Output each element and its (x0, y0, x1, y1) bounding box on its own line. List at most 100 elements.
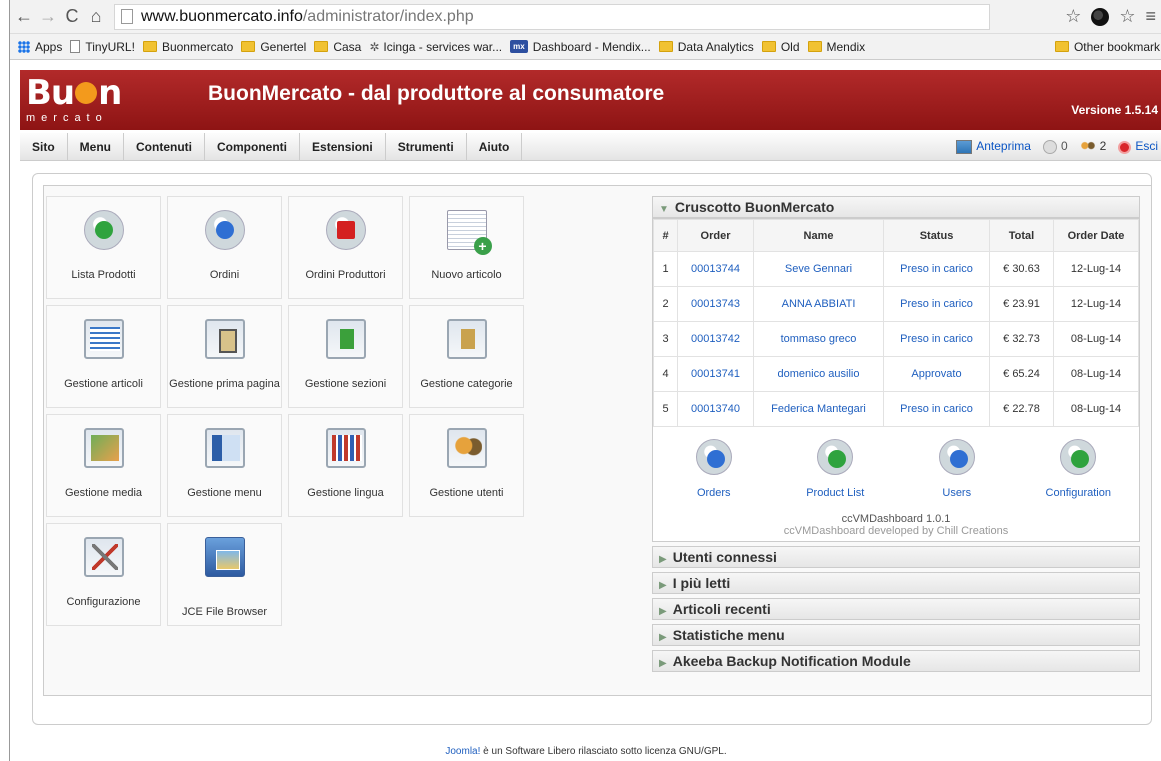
status-link[interactable]: Preso in carico (883, 286, 990, 322)
panel-utenti-connessi[interactable]: ▶ Utenti connessi (652, 546, 1140, 568)
order-link[interactable]: 00013744 (677, 251, 754, 287)
tile-label: Gestione lingua (307, 487, 384, 499)
logout-link[interactable]: Esci (1118, 139, 1158, 154)
customer-link[interactable]: domenico ausilio (753, 356, 884, 392)
expand-triangle-icon: ▶ (659, 632, 667, 643)
order-link[interactable]: 00013742 (677, 321, 754, 357)
shortcut-product-list[interactable]: Product List (780, 439, 890, 499)
online-users[interactable]: 2 (1079, 139, 1106, 154)
order-date: 12-Lug-14 (1053, 286, 1139, 322)
col-header: Name (753, 219, 884, 252)
order-total: € 65.24 (989, 356, 1054, 392)
url-host: www.buonmercato.info (141, 7, 303, 25)
panel-cruscotto-header[interactable]: ▼ Cruscotto BuonMercato (652, 196, 1140, 218)
status-link[interactable]: Approvato (883, 356, 990, 392)
shortcut-orders[interactable]: Orders (659, 439, 769, 499)
customer-link[interactable]: ANNA ABBIATI (753, 286, 884, 322)
menu-contenuti[interactable]: Contenuti (124, 132, 206, 161)
customer-link[interactable]: tommaso greco (753, 321, 884, 357)
menu-menu[interactable]: Menu (68, 132, 125, 161)
tile-gestione-categorie[interactable]: Gestione categorie (409, 305, 524, 408)
site-header: Bu n mercato BuonMercato - dal produttore… (20, 70, 1161, 130)
bookmark-icinga[interactable]: ✲ Icinga - services war... (369, 40, 502, 54)
reload-icon[interactable]: C (62, 6, 82, 27)
url-bar[interactable]: www.buonmercato.info/administrator/index… (114, 3, 990, 30)
panel-statistiche-menu[interactable]: ▶ Statistiche menu (652, 624, 1140, 646)
menu-aiuto[interactable]: Aiuto (467, 132, 523, 161)
users-icon (1079, 139, 1096, 154)
preview-link[interactable]: Anteprima (956, 139, 1031, 154)
folder-icon (142, 41, 157, 52)
status-link[interactable]: Preso in carico (883, 321, 990, 357)
bookmark-old[interactable]: Old (761, 40, 800, 54)
bookmark-mendix[interactable]: Mendix (807, 40, 865, 54)
shortcut-configuration[interactable]: Configuration (1023, 439, 1133, 499)
bookmark-tinyurl[interactable]: TinyURL! (70, 40, 135, 54)
tile-lista-prodotti[interactable]: Lista Prodotti (46, 196, 161, 299)
tile-gestione-media[interactable]: Gestione media (46, 414, 161, 517)
tile-gestione-utenti[interactable]: Gestione utenti (409, 414, 524, 517)
bookmark-data-analytics[interactable]: Data Analytics (658, 40, 754, 54)
order-link[interactable]: 00013743 (677, 286, 754, 322)
menu-sito[interactable]: Sito (20, 132, 68, 161)
buonmercato-logo: Bu n mercato (20, 70, 132, 130)
tile-ordini-produttori[interactable]: Ordini Produttori (288, 196, 403, 299)
status-link[interactable]: Preso in carico (883, 391, 990, 427)
table-row: 1 00013744 Seve Gennari Preso in carico … (653, 251, 1139, 287)
credits-author: ccVMDashboard developed by Chill Creatio… (783, 525, 1009, 537)
bookmark-label: Buonmercato (161, 39, 234, 54)
extension-icon[interactable] (1091, 7, 1110, 26)
star-icon[interactable]: ☆ (1119, 6, 1135, 27)
panel-title: Articoli recenti (672, 601, 771, 617)
category-manager-icon (446, 319, 487, 359)
menu-icon[interactable]: ≡ (1145, 6, 1156, 27)
tile-gestione-menu[interactable]: Gestione menu (167, 414, 282, 517)
dashboard-credits: ccVMDashboard 1.0.1 ccVMDashboard develo… (653, 505, 1139, 541)
bookmark-apps[interactable]: Apps (18, 40, 62, 54)
menu-estensioni[interactable]: Estensioni (300, 132, 386, 161)
customer-link[interactable]: Federica Mantegari (753, 391, 884, 427)
logo-text: Bu (26, 73, 75, 113)
bookmark-dashboard-mendix[interactable]: mx Dashboard - Mendix... (510, 40, 651, 54)
tile-jce-file-browser[interactable]: JCE File Browser (167, 523, 282, 626)
home-icon[interactable]: ⌂ (86, 6, 106, 27)
tile-gestione-prima-pagina[interactable]: Gestione prima pagina (167, 305, 282, 408)
folder-icon (807, 41, 822, 52)
bookmark-casa[interactable]: Casa (314, 40, 361, 54)
panel-piu-letti[interactable]: ▶ I più letti (652, 572, 1140, 594)
panel-title: Utenti connessi (672, 549, 777, 565)
folder-icon (241, 41, 256, 52)
tile-gestione-articoli[interactable]: Gestione articoli (46, 305, 161, 408)
back-icon[interactable]: ← (14, 6, 34, 27)
messages-value: 0 (1060, 139, 1068, 154)
tile-configurazione[interactable]: Configurazione (46, 523, 161, 626)
icinga-icon: ✲ (369, 39, 380, 54)
panel-akeeba-backup[interactable]: ▶ Akeeba Backup Notification Module (652, 650, 1140, 672)
tile-gestione-sezioni[interactable]: Gestione sezioni (288, 305, 403, 408)
bookmark-star-icon[interactable]: ☆ (1065, 6, 1081, 27)
bookmark-other[interactable]: Other bookmark (1054, 40, 1160, 54)
shortcut-users[interactable]: Users (902, 439, 1012, 499)
bookmark-buonmercato[interactable]: Buonmercato (142, 39, 234, 54)
order-link[interactable]: 00013740 (677, 391, 754, 427)
control-panel: Lista Prodotti Ordini Ordini Produttori … (46, 196, 646, 636)
status-area: Anteprima 0 2 Esci (956, 139, 1158, 154)
customer-link[interactable]: Seve Gennari (753, 251, 884, 287)
new-article-icon (446, 210, 492, 255)
row-number: 1 (653, 251, 678, 287)
bookmarks-bar: Apps TinyURL! Buonmercato Genertel Casa … (10, 34, 1161, 60)
menu-componenti[interactable]: Componenti (205, 132, 301, 161)
joomla-link[interactable]: Joomla! (445, 746, 480, 757)
tile-gestione-lingua[interactable]: Gestione lingua (288, 414, 403, 517)
order-date: 08-Lug-14 (1053, 321, 1139, 357)
dashboard-shortcuts: Orders Product List Users Configuration (653, 427, 1139, 505)
messages-count[interactable]: 0 (1042, 139, 1068, 154)
panel-articoli-recenti[interactable]: ▶ Articoli recenti (652, 598, 1140, 620)
order-link[interactable]: 00013741 (677, 356, 754, 392)
tile-nuovo-articolo[interactable]: Nuovo articolo (409, 196, 524, 299)
tile-ordini[interactable]: Ordini (167, 196, 282, 299)
status-link[interactable]: Preso in carico (883, 251, 990, 287)
menu-strumenti[interactable]: Strumenti (386, 132, 467, 161)
bookmark-genertel[interactable]: Genertel (241, 40, 306, 54)
forward-icon[interactable]: → (38, 6, 58, 27)
